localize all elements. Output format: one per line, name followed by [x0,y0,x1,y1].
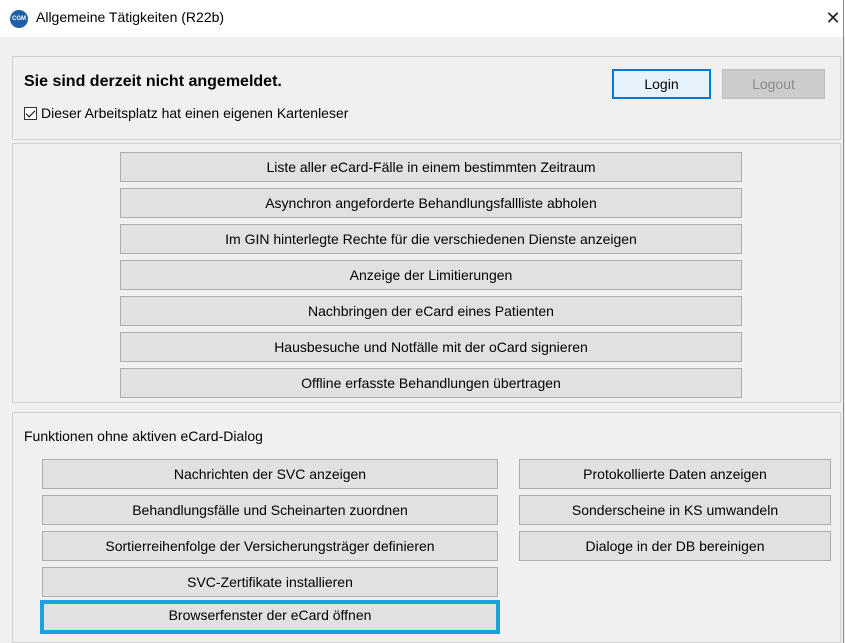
offline-section-label: Funktionen ohne aktiven eCard-Dialog [24,428,263,444]
svc-messages-button[interactable]: Nachrichten der SVC anzeigen [42,459,498,489]
card-reader-checkbox[interactable] [24,106,37,120]
close-button[interactable]: ✕ [821,0,845,36]
convert-special-forms-button[interactable]: Sonderscheine in KS umwandeln [519,495,831,525]
window-border [843,0,844,643]
title-bar: CGM Allgemeine Tätigkeiten (R22b) ✕ [0,0,845,37]
window-title: Allgemeine Tätigkeiten (R22b) [36,9,225,25]
login-status: Sie sind derzeit nicht angemeldet. [24,73,282,90]
ecard-function-button[interactable]: Liste aller eCard-Fälle in einem bestimm… [120,152,742,182]
ecard-function-button[interactable]: Offline erfasste Behandlungen übertragen [120,368,742,398]
ecard-function-button[interactable]: Im GIN hinterlegte Rechte für die versch… [120,224,742,254]
login-button[interactable]: Login [612,69,711,99]
ecard-function-button[interactable]: Nachbringen der eCard eines Patienten [120,296,742,326]
cgm-app-icon: CGM [10,10,28,28]
ecard-function-button[interactable]: Anzeige der Limitierungen [120,260,742,290]
card-reader-checkbox-label: Dieser Arbeitsplatz hat einen eigenen Ka… [41,105,349,121]
ecard-function-button[interactable]: Asynchron angeforderte Behandlungsfallli… [120,188,742,218]
clean-dialogs-button[interactable]: Dialoge in der DB bereinigen [519,531,831,561]
login-group [12,56,841,140]
card-reader-checkbox-row[interactable]: Dieser Arbeitsplatz hat einen eigenen Ka… [24,105,348,121]
ecard-function-button[interactable]: Hausbesuche und Notfälle mit der oCard s… [120,332,742,362]
install-certificates-button[interactable]: SVC-Zertifikate installieren [42,567,498,597]
protocol-data-button[interactable]: Protokollierte Daten anzeigen [519,459,831,489]
open-ecard-browser-button[interactable]: Browserfenster der eCard öffnen [40,600,500,634]
logout-button[interactable]: Logout [722,69,825,99]
assign-cases-button[interactable]: Behandlungsfälle und Scheinarten zuordne… [42,495,498,525]
sort-insurers-button[interactable]: Sortierreihenfolge der Versicherungsträg… [42,531,498,561]
